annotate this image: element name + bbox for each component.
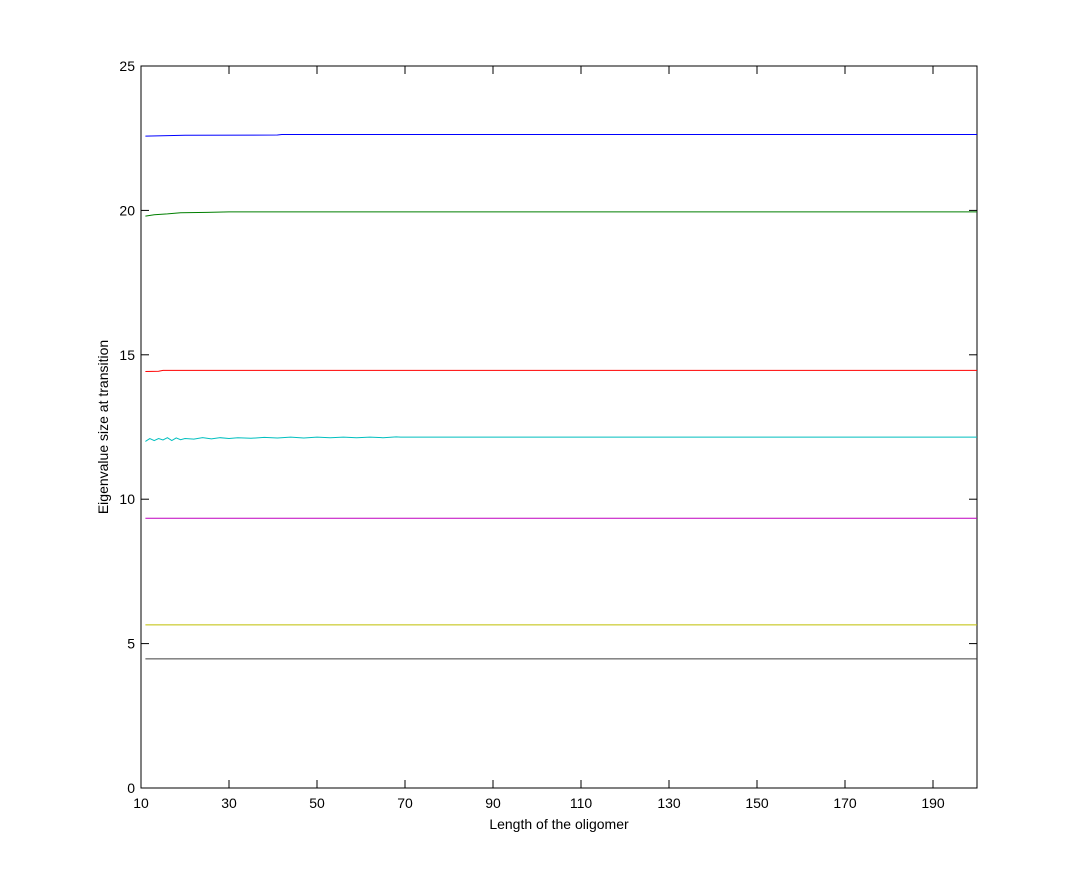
x-tick-label: 50 xyxy=(309,795,325,811)
plot-frame xyxy=(140,65,978,789)
y-tick-label: 15 xyxy=(119,347,135,363)
chart: 10 30 50 70 90 110 130 150 170 190 0 5 10 15 20 25 Len… xyxy=(95,58,978,832)
plot-area xyxy=(140,65,978,789)
x-tick-label: 10 xyxy=(133,795,149,811)
x-tick-label: 110 xyxy=(570,795,593,811)
x-tick-label: 30 xyxy=(221,795,237,811)
x-axis-label: Length of the oligomer xyxy=(489,816,629,832)
x-tick-label: 190 xyxy=(921,795,945,811)
y-tick-label: 5 xyxy=(127,636,135,652)
x-tick-label: 130 xyxy=(657,795,681,811)
x-tick-label: 170 xyxy=(833,795,857,811)
x-tick-label: 90 xyxy=(485,795,501,811)
y-tick-label: 0 xyxy=(127,780,135,796)
y-tick-label: 20 xyxy=(119,202,135,218)
x-tick-label: 70 xyxy=(397,795,413,811)
y-axis-label: Eigenvalue size at transition xyxy=(95,340,111,514)
y-tick-label: 25 xyxy=(119,58,135,74)
x-tick-label: 150 xyxy=(745,795,769,811)
y-tick-label: 10 xyxy=(119,491,135,507)
